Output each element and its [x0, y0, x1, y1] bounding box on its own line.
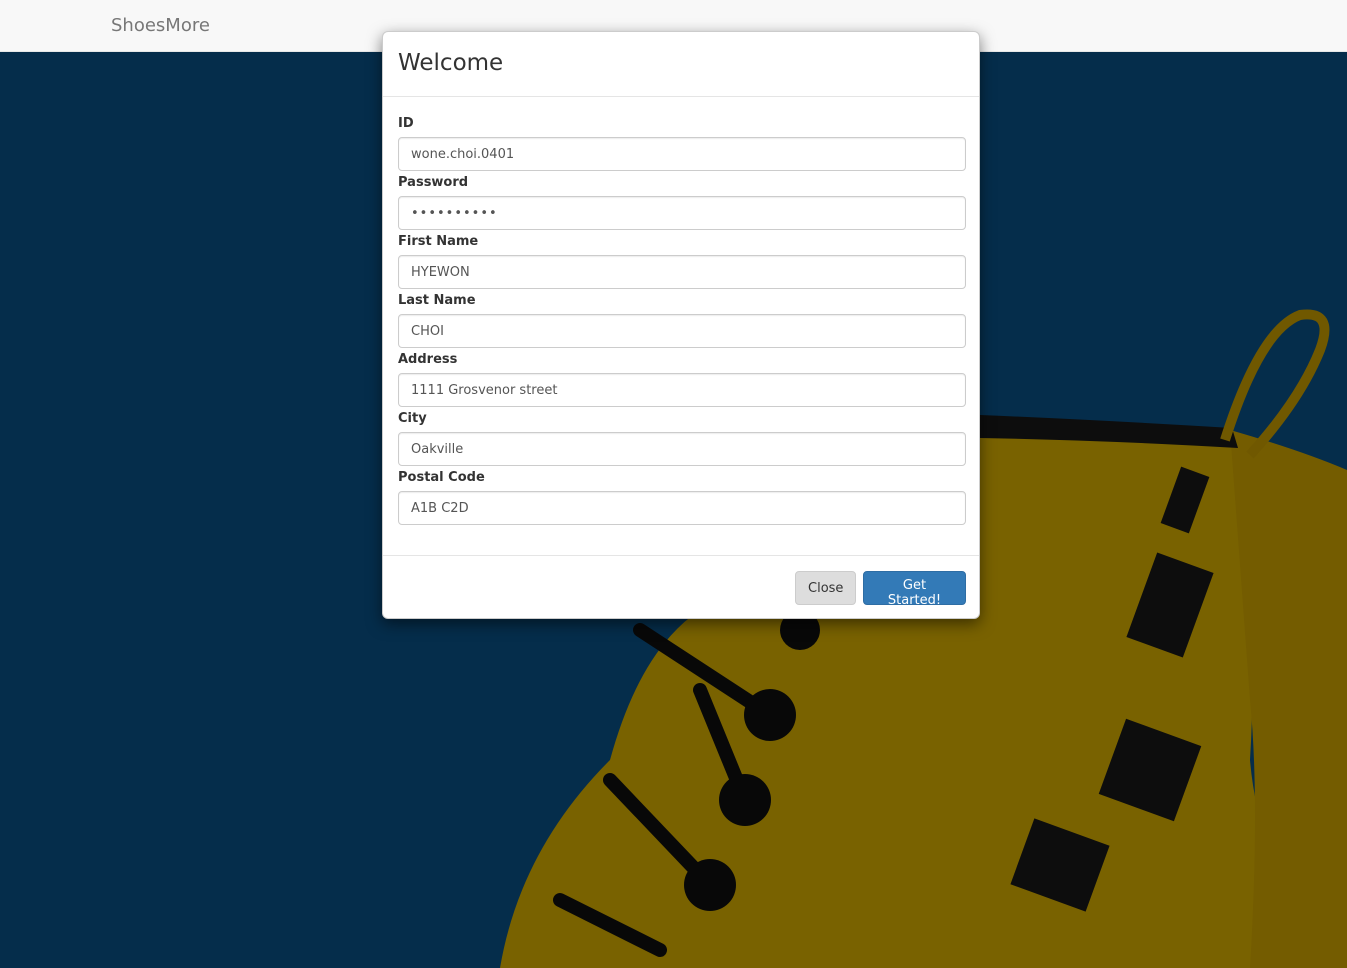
modal-body: ID Password First Name Last Name Address…: [383, 97, 979, 556]
city-input[interactable]: [398, 432, 966, 466]
address-field-group: Address: [398, 352, 966, 407]
modal-footer: Close Get Started!: [383, 555, 979, 618]
get-started-button[interactable]: Get Started!: [863, 571, 966, 608]
first-name-label: First Name: [398, 234, 479, 249]
postal-code-input[interactable]: [398, 491, 966, 525]
address-label: Address: [398, 352, 458, 367]
password-field-group: Password: [398, 175, 966, 230]
modal-title: Welcome: [398, 50, 504, 76]
brand-logo[interactable]: ShoesMore: [111, 15, 210, 36]
modal-header: Welcome: [383, 32, 979, 97]
last-name-input[interactable]: [398, 314, 966, 348]
password-input[interactable]: [398, 196, 966, 230]
postal-code-label: Postal Code: [398, 470, 485, 485]
city-field-group: City: [398, 411, 966, 466]
postal-code-field-group: Postal Code: [398, 470, 966, 525]
id-label: ID: [398, 116, 414, 131]
password-label: Password: [398, 175, 469, 190]
first-name-field-group: First Name: [398, 234, 966, 289]
id-field-group: ID: [398, 116, 966, 171]
welcome-modal: Welcome ID Password First Name Last Name…: [382, 31, 980, 619]
id-input[interactable]: [398, 137, 966, 171]
city-label: City: [398, 411, 427, 426]
last-name-field-group: Last Name: [398, 293, 966, 348]
address-input[interactable]: [398, 373, 966, 407]
close-button[interactable]: Close: [795, 571, 856, 605]
last-name-label: Last Name: [398, 293, 476, 308]
first-name-input[interactable]: [398, 255, 966, 289]
